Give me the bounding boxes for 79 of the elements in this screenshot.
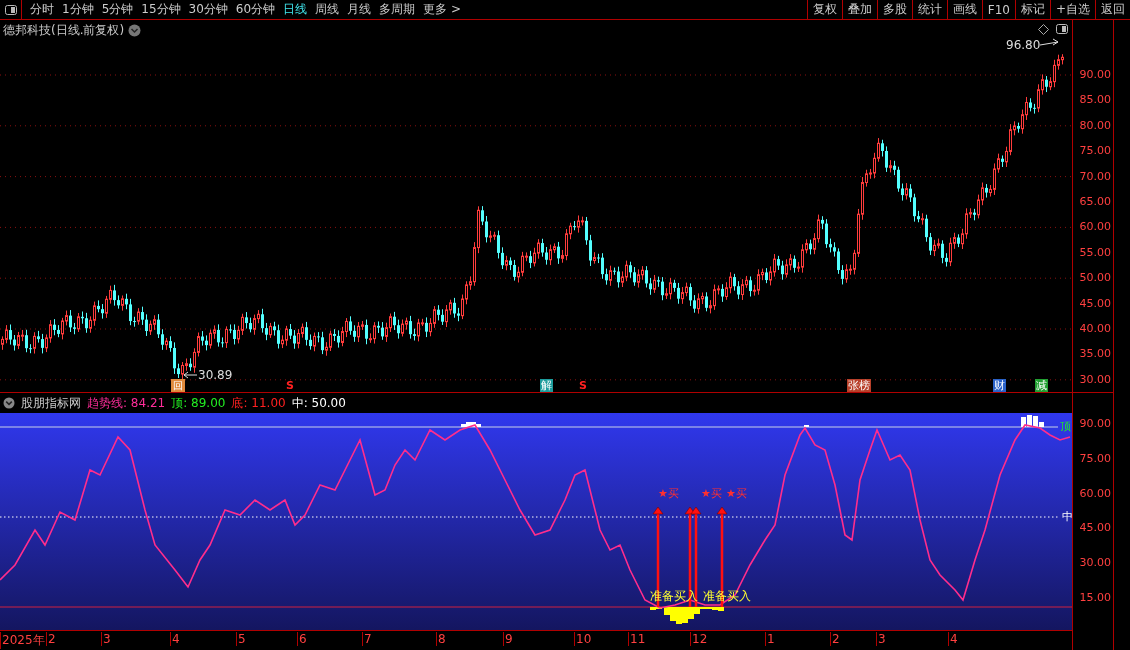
axis-label: 45.00: [1079, 521, 1111, 535]
axis-label: 10: [574, 632, 592, 646]
axis-label: 4: [170, 632, 180, 646]
axis-label: 30.00: [1079, 372, 1111, 386]
period-tab[interactable]: 分时: [26, 0, 58, 19]
axis-label: 2: [830, 632, 840, 646]
period-tab[interactable]: 日线: [279, 0, 312, 19]
legend-value: 中: 50.00: [291, 394, 346, 412]
axis-label: 5: [236, 632, 246, 646]
axis-label: 4: [948, 632, 958, 646]
axis-label: 75.00: [1079, 144, 1111, 158]
axis-label: 45.00: [1079, 296, 1111, 310]
toolbar-button[interactable]: F10: [981, 0, 1015, 19]
panel-toggle-icon: [4, 4, 17, 15]
event-tag[interactable]: 张榜: [847, 379, 871, 392]
toolbar-button[interactable]: 叠加: [841, 0, 877, 19]
toolbar-button[interactable]: 多股: [876, 0, 912, 19]
axis-label: 65.00: [1079, 195, 1111, 208]
axis-label: 60.00: [1079, 220, 1111, 234]
axis-label: 60.00: [1079, 486, 1111, 500]
legend-value: 顶: 89.00: [171, 394, 226, 412]
event-mark[interactable]: S: [578, 379, 588, 392]
period-tab[interactable]: 月线: [343, 0, 376, 19]
axis-label: 40.00: [1079, 322, 1111, 335]
axis-label: 3: [101, 632, 111, 646]
low-price-label: 30.89: [198, 368, 233, 382]
axis-label: 12: [690, 632, 708, 646]
axis-label: 70.00: [1079, 169, 1111, 183]
toolbar-button[interactable]: 画线: [946, 0, 982, 19]
period-tab[interactable]: 更多 >: [419, 0, 465, 19]
axis-label: 11: [628, 632, 646, 646]
axis-label: 80.00: [1079, 118, 1111, 132]
toolbar-button[interactable]: +自选: [1049, 0, 1095, 19]
buy-signal-label: ★买: [726, 486, 747, 501]
axis-label: 30.00: [1079, 556, 1111, 570]
axis-label: 9: [503, 632, 513, 646]
pointer-arrow-icon: [183, 371, 198, 379]
axis-label: 7: [362, 632, 372, 646]
toolbar-button[interactable]: 返回: [1095, 0, 1130, 19]
event-mark[interactable]: S: [285, 379, 295, 392]
toolbar-button[interactable]: 统计: [911, 0, 947, 19]
period-tab[interactable]: 15分钟: [137, 0, 185, 19]
top-line-label: 顶: [1060, 419, 1071, 434]
period-tab[interactable]: 60分钟: [231, 0, 280, 19]
axis-label: 6: [297, 632, 307, 646]
axis-label: 8: [436, 632, 446, 646]
axis-label: 3: [876, 632, 886, 646]
event-tag[interactable]: 财: [993, 379, 1006, 392]
axis-label: 2: [46, 632, 56, 646]
chevron-down-icon[interactable]: [128, 24, 142, 37]
chart-title: 德邦科技(日线.前复权): [3, 22, 125, 39]
period-tab[interactable]: 30分钟: [184, 0, 232, 19]
indicator-name: 股朋指标网: [21, 394, 81, 412]
legend-value: 趋势线: 84.21: [87, 394, 166, 412]
axis-label: 90.00: [1079, 417, 1111, 430]
chevron-down-icon[interactable]: [3, 397, 15, 409]
axis-label: 15.00: [1079, 591, 1111, 604]
buy-signal-label: ★买: [701, 486, 722, 501]
axis-label: 55.00: [1079, 245, 1111, 259]
axis-label: 75.00: [1079, 451, 1111, 465]
high-price-label: 96.80: [1006, 38, 1041, 52]
panel-toggle-icon[interactable]: [1056, 24, 1068, 34]
diamond-icon[interactable]: [1038, 24, 1049, 35]
axis-label: 90.00: [1079, 68, 1111, 81]
axis-label: 1: [765, 632, 775, 646]
mid-line-label: 中: [1062, 509, 1073, 524]
period-tab[interactable]: 1分钟: [58, 0, 98, 19]
axis-label: 2025年: [0, 632, 45, 649]
toolbar-button[interactable]: 复权: [806, 0, 842, 19]
legend-value: 底: 11.00: [231, 394, 286, 412]
buy-signal-label: ★买: [658, 486, 679, 501]
toolbar-button[interactable]: 标记: [1014, 0, 1050, 19]
axis-label: 35.00: [1079, 347, 1111, 361]
axis-label: 50.00: [1079, 271, 1111, 285]
period-tab[interactable]: 5分钟: [97, 0, 138, 19]
period-tab[interactable]: 周线: [311, 0, 344, 19]
pointer-arrow-icon: [1039, 38, 1059, 46]
period-tab[interactable]: 多周期: [375, 0, 420, 19]
axis-label: 85.00: [1079, 93, 1111, 107]
